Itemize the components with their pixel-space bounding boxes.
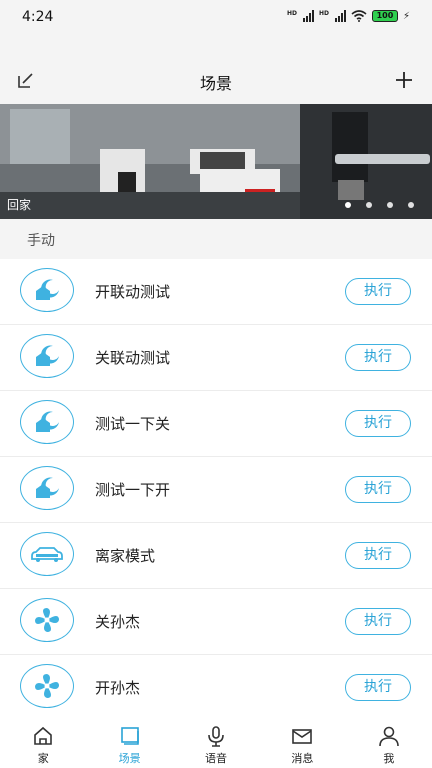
tab-scene[interactable]: 场景 [86,718,172,768]
tab-me[interactable]: 我 [346,718,432,768]
tab-messages[interactable]: 消息 [259,718,345,768]
status-bar: 4:24 HD HD 100 ⚡ [0,0,432,36]
scene-banner[interactable]: 回家 [0,104,432,219]
moon-house-icon [20,400,74,444]
hd-badge: HD [286,10,297,17]
tab-home[interactable]: 家 [0,718,86,768]
tab-label: 家 [37,752,49,765]
tab-label: 我 [383,752,395,765]
battery-icon: 100 [371,10,398,22]
moon-house-icon [20,466,74,510]
section-label: 手动 [27,233,55,249]
run-button[interactable]: 执行 [345,476,411,503]
tab-voice[interactable]: 语音 [173,718,259,768]
plus-icon[interactable] [394,70,414,90]
moon-house-icon [20,268,74,312]
home-icon [34,726,53,745]
banner-pagination [345,202,414,208]
tab-bar: 家 场景 语音 消息 我 [0,718,432,768]
fan-icon [20,598,74,642]
scene-name: 关联动测试 [95,349,171,367]
run-button[interactable]: 执行 [345,674,411,701]
list-item[interactable]: 开孙杰 执行 [0,655,432,721]
fan-icon [20,664,74,708]
list-item[interactable]: 测试一下开 执行 [0,457,432,523]
signal-icon-2 [334,10,346,22]
scene-name: 开孙杰 [95,679,141,697]
run-button[interactable]: 执行 [345,344,411,371]
banner-dot[interactable] [408,202,414,208]
banner-dot[interactable] [366,202,372,208]
banner-dot[interactable] [387,202,393,208]
scene-list: 开联动测试 执行 关联动测试 执行 测试一下关 执行 测试一下开 执行 离家模式… [0,259,432,721]
scene-icon [120,727,139,745]
run-button[interactable]: 执行 [345,410,411,437]
wifi-icon [351,10,367,22]
list-item[interactable]: 测试一下关 执行 [0,391,432,457]
header: 场景 [0,58,432,102]
list-item[interactable]: 开联动测试 执行 [0,259,432,325]
charging-icon: ⚡ [402,10,410,22]
envelope-icon [292,729,313,744]
list-item[interactable]: 关联动测试 执行 [0,325,432,391]
tab-label: 语音 [205,752,228,765]
scene-name: 离家模式 [95,547,156,565]
run-button[interactable]: 执行 [345,278,411,305]
scene-name: 测试一下关 [95,415,171,433]
signal-icon [302,10,314,22]
tab-label: 场景 [118,752,141,765]
car-icon [20,532,74,576]
banner-dot[interactable] [345,202,351,208]
status-icons: HD HD 100 ⚡ [287,10,410,22]
scene-name: 测试一下开 [95,481,171,499]
moon-house-icon [20,334,74,378]
person-icon [379,726,399,747]
tab-label: 消息 [291,752,314,765]
banner-caption: 回家 [7,198,32,212]
microphone-icon [208,726,224,747]
run-button[interactable]: 执行 [345,608,411,635]
list-item[interactable]: 关孙杰 执行 [0,589,432,655]
scene-name: 关孙杰 [95,613,141,631]
status-time: 4:24 [22,9,54,25]
list-item[interactable]: 离家模式 执行 [0,523,432,589]
page-title: 场景 [199,74,232,93]
scene-name: 开联动测试 [95,283,171,301]
hd-badge-2: HD [318,10,329,17]
run-button[interactable]: 执行 [345,542,411,569]
